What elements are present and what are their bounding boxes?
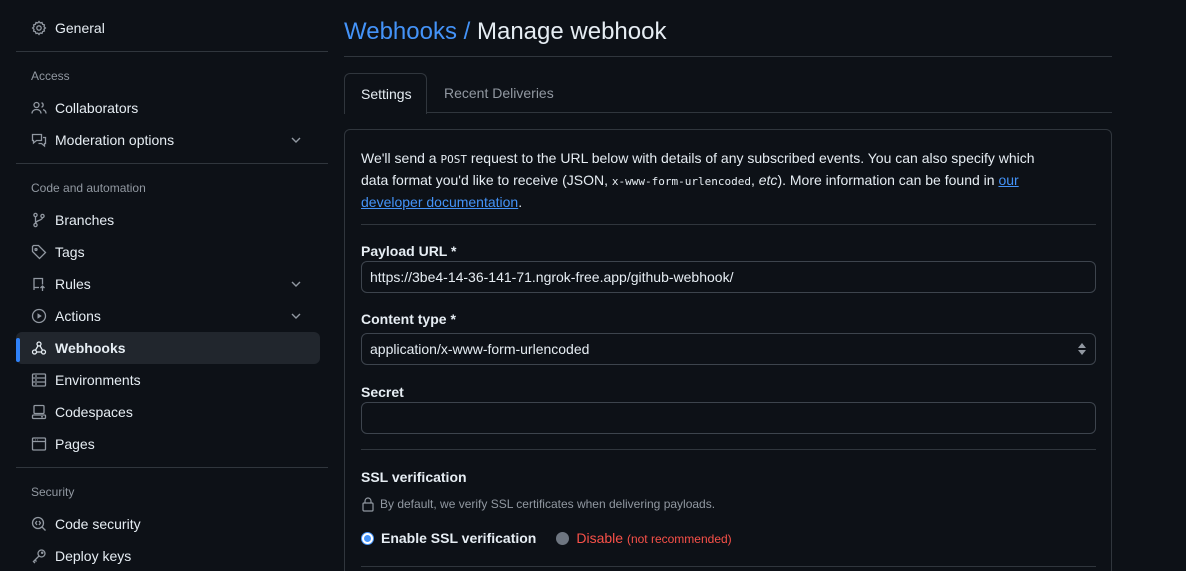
codescan-icon <box>31 516 47 532</box>
encoded-code: x-www-form-urlencoded <box>611 175 751 188</box>
repo-push-icon <box>31 276 47 292</box>
sidebar-item-moderation[interactable]: Moderation options <box>16 124 320 156</box>
sidebar-item-codespaces[interactable]: Codespaces <box>16 396 320 428</box>
sidebar-item-label: Code security <box>55 516 141 532</box>
secret-label: Secret <box>361 384 404 400</box>
content-type-label: Content type * <box>361 311 456 327</box>
sidebar-divider <box>16 163 328 164</box>
select-arrows-icon <box>1077 342 1087 356</box>
secret-input[interactable] <box>361 402 1096 434</box>
git-branch-icon <box>31 212 47 228</box>
page-title-text: Manage webhook <box>476 18 667 45</box>
intro-part: We'll send a <box>361 150 441 166</box>
ssl-hint: By default, we verify SSL certificates w… <box>361 496 715 512</box>
comment-discussion-icon <box>31 132 47 148</box>
key-icon <box>31 548 47 564</box>
intro-text: We'll send a POST request to the URL bel… <box>361 148 1061 213</box>
payload-url-input[interactable]: https://3be4-14-36-141-71.ngrok-free.app… <box>361 261 1096 293</box>
sidebar-item-pages[interactable]: Pages <box>16 428 320 460</box>
ssl-enable-label[interactable]: Enable SSL verification <box>381 530 536 546</box>
server-icon <box>31 372 47 388</box>
sidebar-item-actions[interactable]: Actions <box>16 300 320 332</box>
title-divider <box>344 56 1112 57</box>
intro-part: . <box>518 194 523 210</box>
tab-bar: Settings Recent Deliveries <box>344 73 1112 114</box>
sidebar-item-label: Rules <box>55 276 91 292</box>
ssl-hint-text: By default, we verify SSL certificates w… <box>380 497 716 511</box>
sidebar-divider <box>16 51 328 52</box>
webhook-settings-panel: We'll send a POST request to the URL bel… <box>344 129 1112 571</box>
ssl-disable-label[interactable]: Disable (not recommended) <box>576 530 731 546</box>
sidebar-item-label: Collaborators <box>55 100 139 116</box>
sidebar-item-general[interactable]: General <box>16 12 320 44</box>
page-title: Webhooks / Manage webhook <box>344 15 666 49</box>
people-icon <box>31 100 47 116</box>
gear-icon <box>31 20 47 36</box>
sidebar-item-label: Codespaces <box>55 404 133 420</box>
panel-divider <box>361 449 1096 450</box>
post-code: POST <box>440 153 467 166</box>
sidebar-item-label: Environments <box>55 372 141 388</box>
sidebar-item-label: Deploy keys <box>55 548 132 564</box>
sidebar-item-label: General <box>55 20 105 36</box>
tag-icon <box>31 244 47 260</box>
tab-settings[interactable]: Settings <box>344 73 427 114</box>
ssl-options: Enable SSL verification Disable (not rec… <box>361 530 732 546</box>
disable-note: (not recommended) <box>626 532 732 546</box>
sidebar-item-rules[interactable]: Rules <box>16 268 320 300</box>
play-icon <box>31 308 47 324</box>
browser-icon <box>31 436 47 452</box>
etc-text: etc <box>758 172 778 188</box>
breadcrumb-separator: / <box>463 18 471 45</box>
intro-part: ). More information can be found in <box>777 172 999 188</box>
sidebar-item-label: Branches <box>55 212 115 228</box>
sidebar-item-label: Actions <box>55 308 101 324</box>
sidebar-item-tags[interactable]: Tags <box>16 236 320 268</box>
payload-url-label: Payload URL * <box>361 243 457 259</box>
sidebar-item-deploy-keys[interactable]: Deploy keys <box>16 540 320 571</box>
sidebar-item-code-security[interactable]: Code security <box>16 508 320 540</box>
section-title-code-automation: Code and automation <box>31 181 146 195</box>
webhook-icon <box>31 340 47 356</box>
sidebar-divider <box>16 467 328 468</box>
lock-icon <box>361 496 375 512</box>
chevron-down-icon <box>290 310 302 322</box>
sidebar-item-label: Tags <box>55 244 85 260</box>
content-type-value: application/x-www-form-urlencoded <box>370 341 590 357</box>
ssl-enable-radio[interactable] <box>361 531 374 545</box>
ssl-disable-radio[interactable] <box>556 531 570 545</box>
breadcrumb-webhooks[interactable]: Webhooks <box>344 18 457 45</box>
disable-text: Disable <box>576 530 624 546</box>
section-title-security: Security <box>31 485 75 499</box>
panel-divider <box>361 566 1096 567</box>
chevron-down-icon <box>290 134 302 146</box>
sidebar-item-environments[interactable]: Environments <box>16 364 320 396</box>
panel-divider <box>361 224 1096 225</box>
content-type-select[interactable]: application/x-www-form-urlencoded <box>361 333 1096 365</box>
codespaces-icon <box>31 404 47 420</box>
sidebar-item-collaborators[interactable]: Collaborators <box>16 92 320 124</box>
sidebar-item-webhooks[interactable]: Webhooks <box>16 332 320 364</box>
sidebar-item-branches[interactable]: Branches <box>16 204 320 236</box>
sidebar-item-label: Webhooks <box>55 340 126 356</box>
section-title-access: Access <box>31 69 70 83</box>
sidebar-item-label: Pages <box>55 436 95 452</box>
ssl-title: SSL verification <box>361 469 467 485</box>
intro-part: , <box>750 172 759 188</box>
tab-recent-deliveries[interactable]: Recent Deliveries <box>428 73 570 113</box>
chevron-down-icon <box>290 278 302 290</box>
sidebar-item-label: Moderation options <box>55 132 175 148</box>
